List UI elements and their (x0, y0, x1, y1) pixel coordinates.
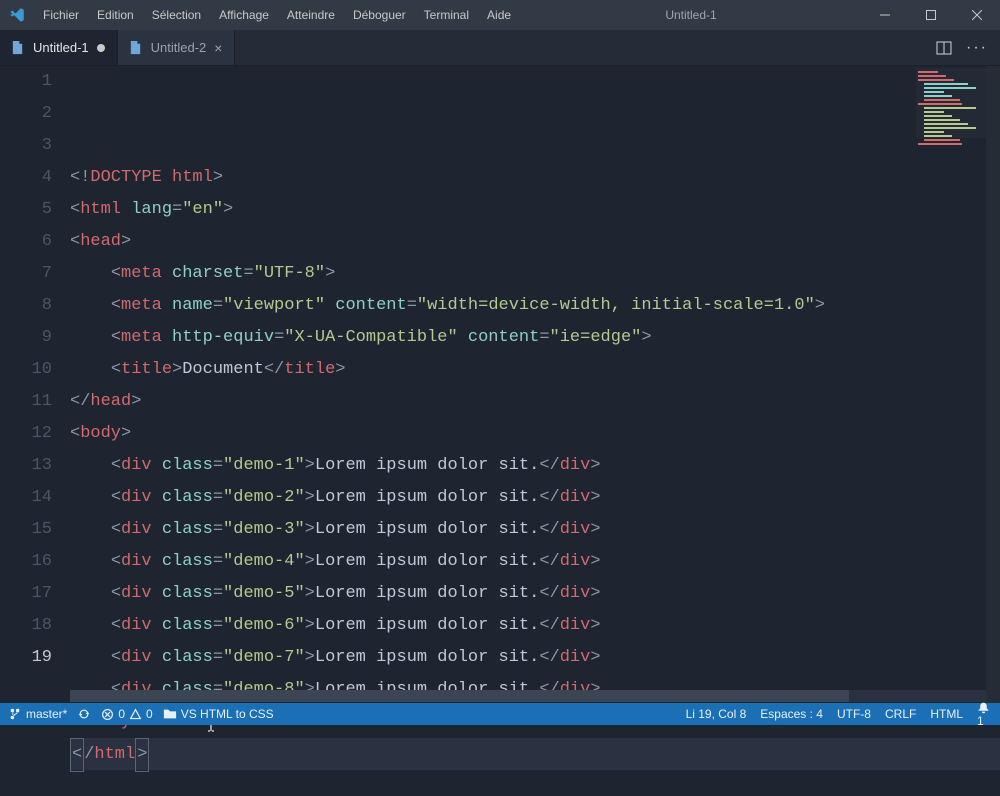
encoding[interactable]: UTF-8 (837, 707, 871, 721)
line-number: 5 (0, 194, 52, 226)
line-number: 10 (0, 354, 52, 386)
line-number: 12 (0, 418, 52, 450)
close-button[interactable] (954, 0, 1000, 30)
menu-item-déboguer[interactable]: Déboguer (344, 0, 415, 30)
file-icon (10, 40, 25, 55)
line-number: 16 (0, 546, 52, 578)
window-title: Untitled-1 (520, 8, 862, 22)
minimize-button[interactable] (862, 0, 908, 30)
line-number: 11 (0, 386, 52, 418)
tab-untitled-1[interactable]: Untitled-1 (0, 30, 118, 65)
line-number: 2 (0, 98, 52, 130)
title-bar: FichierEditionSélectionAffichageAtteindr… (0, 0, 1000, 30)
tab-label: Untitled-1 (33, 40, 89, 55)
status-bar: master* 0 0 VS HTML to CSS Li 19, Col 8 … (0, 703, 1000, 725)
code-line[interactable]: <meta charset="UTF-8"> (70, 258, 1000, 290)
code-line[interactable]: <div class="demo-2">Lorem ipsum dolor si… (70, 482, 1000, 514)
tab-untitled-2[interactable]: Untitled-2 × (118, 30, 236, 65)
indentation[interactable]: Espaces : 4 (760, 707, 823, 721)
code-line[interactable]: </head> (70, 386, 1000, 418)
warning-icon (129, 708, 142, 721)
notifications[interactable]: 1 (977, 701, 990, 728)
line-number: 15 (0, 514, 52, 546)
code-line[interactable]: <html lang="en"> (70, 194, 1000, 226)
bell-icon (977, 701, 990, 714)
line-number: 7 (0, 258, 52, 290)
cursor-position[interactable]: Li 19, Col 8 (686, 707, 747, 721)
folder-icon (163, 707, 177, 721)
line-number: 18 (0, 610, 52, 642)
code-line[interactable]: <div class="demo-1">Lorem ipsum dolor si… (70, 450, 1000, 482)
tabs-row: Untitled-1 Untitled-2 × ··· (0, 30, 1000, 66)
tab-label: Untitled-2 (151, 40, 207, 55)
file-icon (128, 40, 143, 55)
line-number: 13 (0, 450, 52, 482)
line-number: 17 (0, 578, 52, 610)
vertical-scrollbar[interactable] (986, 66, 1000, 703)
editor[interactable]: 12345678910111213141516171819 <!DOCTYPE … (0, 66, 1000, 703)
sync-icon (77, 707, 91, 721)
code-area[interactable]: <!DOCTYPE html><html lang="en"><head> <m… (70, 66, 1000, 703)
app-logo-icon (0, 6, 34, 24)
line-number: 1 (0, 66, 52, 98)
menu-bar: FichierEditionSélectionAffichageAtteindr… (34, 0, 520, 30)
line-number: 8 (0, 290, 52, 322)
close-tab-icon[interactable]: × (214, 41, 222, 55)
problems[interactable]: 0 0 (101, 707, 152, 721)
maximize-button[interactable] (908, 0, 954, 30)
line-number: 6 (0, 226, 52, 258)
line-number: 19 (0, 642, 52, 674)
menu-item-fichier[interactable]: Fichier (34, 0, 88, 30)
code-line[interactable]: <body> (70, 418, 1000, 450)
git-branch-icon (8, 707, 22, 721)
split-editor-icon[interactable] (936, 40, 952, 56)
line-number: 9 (0, 322, 52, 354)
menu-item-affichage[interactable]: Affichage (210, 0, 278, 30)
menu-item-sélection[interactable]: Sélection (143, 0, 210, 30)
code-line[interactable]: <div class="demo-4">Lorem ipsum dolor si… (70, 546, 1000, 578)
error-icon (101, 708, 114, 721)
language-mode[interactable]: HTML (930, 707, 963, 721)
menu-item-terminal[interactable]: Terminal (415, 0, 478, 30)
menu-item-atteindre[interactable]: Atteindre (278, 0, 344, 30)
git-branch[interactable]: master* (8, 707, 67, 721)
minimap[interactable] (916, 68, 986, 138)
more-actions-icon[interactable]: ··· (966, 39, 988, 57)
window-controls (862, 0, 1000, 30)
modified-indicator-icon (97, 44, 105, 52)
line-number: 4 (0, 162, 52, 194)
line-number: 14 (0, 482, 52, 514)
sync-button[interactable] (77, 707, 91, 721)
folder-indicator[interactable]: VS HTML to CSS (163, 707, 274, 721)
code-line[interactable]: <title>Document</title> (70, 354, 1000, 386)
menu-item-edition[interactable]: Edition (88, 0, 143, 30)
code-line[interactable]: <!DOCTYPE html> (70, 162, 1000, 194)
eol[interactable]: CRLF (885, 707, 916, 721)
code-line[interactable]: <meta name="viewport" content="width=dev… (70, 290, 1000, 322)
code-line[interactable]: <head> (70, 226, 1000, 258)
code-line[interactable]: <div class="demo-5">Lorem ipsum dolor si… (70, 578, 1000, 610)
code-line[interactable]: <meta http-equiv="X-UA-Compatible" conte… (70, 322, 1000, 354)
code-line[interactable]: <div class="demo-3">Lorem ipsum dolor si… (70, 514, 1000, 546)
menu-item-aide[interactable]: Aide (478, 0, 520, 30)
code-line[interactable]: <div class="demo-6">Lorem ipsum dolor si… (70, 610, 1000, 642)
line-number-gutter: 12345678910111213141516171819 (0, 66, 70, 703)
line-number: 3 (0, 130, 52, 162)
